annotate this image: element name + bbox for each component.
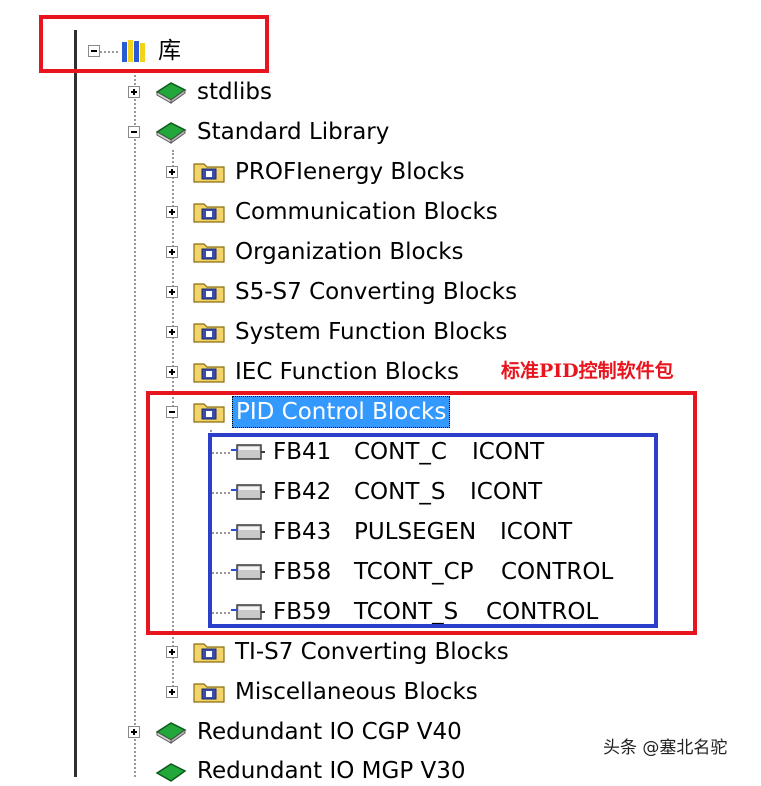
expand-toggle[interactable] — [166, 646, 178, 658]
green-book-icon — [155, 763, 187, 782]
highlight-box-root — [39, 15, 269, 73]
block-folder-icon — [193, 283, 225, 303]
expand-toggle[interactable] — [166, 166, 178, 178]
tree-item-folder[interactable]: S5-S7 Converting Blocks — [235, 277, 517, 307]
expand-toggle[interactable] — [166, 206, 178, 218]
tree-item-folder[interactable]: IEC Function Blocks — [235, 357, 459, 387]
expand-toggle[interactable] — [166, 326, 178, 338]
tree-item-folder[interactable]: PROFIenergy Blocks — [235, 157, 465, 187]
highlight-box-blocks — [208, 433, 658, 628]
block-folder-icon — [193, 683, 225, 703]
tree-item-redundant-io[interactable]: Redundant IO CGP V40 — [197, 717, 462, 747]
tree-item-standard-library[interactable]: Standard Library — [197, 117, 389, 147]
green-book-icon — [155, 122, 187, 144]
watermark: 头条 @塞北名驼 — [603, 736, 728, 760]
expand-toggle[interactable] — [166, 246, 178, 258]
expand-toggle[interactable] — [128, 86, 140, 98]
block-folder-icon — [193, 163, 225, 183]
tree-item-folder[interactable]: Organization Blocks — [235, 237, 464, 267]
collapse-toggle[interactable] — [128, 126, 140, 138]
expand-toggle[interactable] — [166, 686, 178, 698]
green-book-icon — [155, 722, 187, 744]
green-book-icon — [155, 82, 187, 104]
block-folder-icon — [193, 243, 225, 263]
annotation-label: 标准PID控制软件包 — [501, 360, 674, 382]
expand-toggle[interactable] — [166, 286, 178, 298]
tree-connector — [134, 70, 136, 777]
tree-item-folder[interactable]: Communication Blocks — [235, 197, 498, 227]
block-folder-icon — [193, 203, 225, 223]
tree-panel-edge — [74, 30, 77, 777]
block-folder-icon — [193, 643, 225, 663]
expand-toggle[interactable] — [128, 726, 140, 738]
block-folder-icon — [193, 323, 225, 343]
tree-item-folder[interactable]: System Function Blocks — [235, 317, 507, 347]
tree-item-folder[interactable]: Miscellaneous Blocks — [235, 677, 478, 707]
block-folder-icon — [193, 363, 225, 383]
tree-item-redundant-io-cut[interactable]: Redundant IO MGP V30 — [197, 756, 466, 786]
expand-toggle[interactable] — [166, 366, 178, 378]
tree-item-stdlibs[interactable]: stdlibs — [197, 77, 272, 107]
tree-item-folder[interactable]: TI-S7 Converting Blocks — [235, 637, 509, 667]
